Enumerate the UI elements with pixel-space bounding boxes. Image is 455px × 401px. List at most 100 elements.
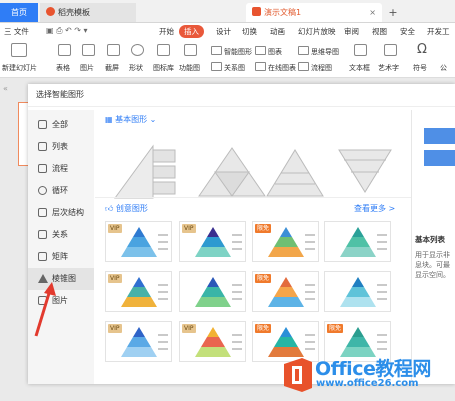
new-slide-button[interactable]: 新建幻灯片: [2, 63, 37, 73]
table-icon: [58, 44, 71, 56]
menu-file[interactable]: 三 文件: [2, 25, 31, 38]
text-placeholder-line: [305, 298, 315, 300]
office-logo-icon: [284, 358, 312, 392]
text-placeholder-line: [158, 241, 168, 243]
menu-view[interactable]: 视图: [370, 25, 389, 38]
tab-home[interactable]: 首页: [0, 3, 38, 22]
basic-shapes-row: [114, 144, 392, 199]
text-placeholder-line: [377, 298, 387, 300]
text-placeholder-line: [232, 348, 242, 350]
relation-chart-button[interactable]: 关系图: [211, 62, 245, 73]
category-list[interactable]: 列表: [28, 136, 94, 158]
icon-library-button[interactable]: 图标库: [153, 63, 174, 73]
function-chart-button[interactable]: 功能图: [179, 63, 200, 73]
tab-template-label: 稻壳模板: [58, 8, 90, 17]
shape-button[interactable]: 形状: [129, 63, 143, 73]
creative-shape-card[interactable]: VIP: [179, 221, 246, 262]
category-hierarchy[interactable]: 层次结构: [28, 202, 94, 224]
text-placeholder-line: [158, 298, 168, 300]
text-placeholder-line: [158, 234, 168, 236]
insert-toolbar: 新建幻灯片 表格 图片 截屏 形状 图标库 功能图 智能图形 关系图 图表 在线…: [0, 40, 455, 78]
creative-shape-card[interactable]: VIP: [105, 321, 172, 362]
menu-bar: 三 文件 ▣ ⎙ ↶ ↷ ▾ 开始 插入 设计 切换 动画 幻灯片放映 审阅 视…: [0, 23, 455, 40]
text-placeholder-line: [305, 248, 315, 250]
text-placeholder-line: [232, 291, 242, 293]
preview-description: 用于显示非 息块。可最 显示空间。: [415, 250, 450, 280]
text-placeholder-line: [305, 234, 315, 236]
category-cycle[interactable]: 循环: [28, 180, 94, 202]
pyramid-layer: [352, 277, 364, 287]
flow-icon: [38, 164, 47, 173]
basic-stacked-pyramid-shape[interactable]: [266, 149, 324, 197]
menu-design[interactable]: 设计: [214, 25, 233, 38]
smart-shape-icon: [211, 46, 222, 55]
basic-section-header[interactable]: ▦ 基本图形 ⌄: [105, 114, 156, 125]
tab-presentation-1[interactable]: 演示文稿1 ×: [246, 3, 382, 22]
basic-pyramid-list-shape[interactable]: [114, 144, 176, 199]
online-chart-button[interactable]: 在线图表: [255, 62, 296, 73]
creative-shape-card[interactable]: VIP: [105, 221, 172, 262]
thumbs-up-icon: 👍︎: [105, 204, 116, 213]
basic-inverted-pyramid-shape[interactable]: [338, 149, 392, 193]
chart-button[interactable]: 图表: [255, 46, 282, 57]
shape-icon: [131, 44, 144, 56]
text-placeholder-line: [232, 284, 242, 286]
menu-developer[interactable]: 开发工: [425, 25, 452, 38]
vip-badge: VIP: [108, 224, 122, 233]
menu-transition[interactable]: 切换: [240, 25, 259, 38]
chart-label: 图表: [268, 48, 282, 56]
pyramid-layer: [195, 297, 231, 307]
flowchart-icon: [298, 62, 309, 71]
pyramid-layer: [195, 247, 231, 257]
symbol-button[interactable]: 符号: [413, 63, 427, 73]
basic-segmented-pyramid-shape[interactable]: [198, 147, 266, 197]
art-text-button[interactable]: 艺术字: [378, 63, 399, 73]
menu-insert[interactable]: 插入: [179, 25, 204, 38]
menu-animation[interactable]: 动画: [268, 25, 287, 38]
pyramid-layer: [121, 297, 157, 307]
function-chart-icon: [184, 44, 197, 56]
creative-shape-card[interactable]: VIP: [105, 271, 172, 312]
view-more-link[interactable]: 查看更多 >: [354, 203, 395, 214]
screenshot-button[interactable]: 截屏: [105, 63, 119, 73]
tab-daoke-template[interactable]: 稻壳模板: [40, 3, 136, 22]
collapse-panel-icon[interactable]: «: [3, 84, 8, 93]
category-label: 全部: [52, 120, 68, 129]
smart-shape-button[interactable]: 智能图形: [211, 46, 252, 57]
section-divider: [95, 197, 417, 198]
mindmap-button[interactable]: 思维导图: [298, 46, 339, 57]
menu-slideshow[interactable]: 幻灯片放映: [296, 25, 338, 38]
pyramid-thumbnail: [195, 277, 242, 307]
free-badge: 限免: [255, 274, 272, 283]
formula-button[interactable]: 公: [440, 63, 447, 73]
creative-shape-card[interactable]: [324, 221, 391, 262]
creative-shape-card[interactable]: VIP: [179, 321, 246, 362]
quick-access-icons[interactable]: ▣ ⎙ ↶ ↷ ▾: [46, 26, 88, 36]
mindmap-label: 思维导图: [311, 48, 339, 56]
creative-shape-card[interactable]: [179, 271, 246, 312]
creative-shape-card[interactable]: [324, 271, 391, 312]
menu-review[interactable]: 审阅: [342, 25, 361, 38]
close-tab-icon[interactable]: ×: [369, 3, 376, 22]
flowchart-button[interactable]: 流程图: [298, 62, 332, 73]
category-process[interactable]: 流程: [28, 158, 94, 180]
pyramid-layer: [195, 347, 231, 357]
pyramid-layer: [207, 327, 219, 337]
smart-shape-label: 智能图形: [224, 48, 252, 56]
menu-security[interactable]: 安全: [398, 25, 417, 38]
pyramid-layer: [207, 227, 219, 237]
textbox-button[interactable]: 文本框: [349, 63, 370, 73]
category-all[interactable]: 全部: [28, 114, 94, 136]
text-placeholder-line: [377, 234, 387, 236]
menu-start[interactable]: 开始: [157, 25, 176, 38]
category-relation[interactable]: 关系: [28, 224, 94, 246]
creative-shape-card[interactable]: 限免: [252, 221, 319, 262]
table-button[interactable]: 表格: [56, 63, 70, 73]
pyramid-layer: [127, 337, 151, 347]
picture-button[interactable]: 图片: [80, 63, 94, 73]
category-matrix[interactable]: 矩阵: [28, 246, 94, 268]
new-tab-button[interactable]: +: [386, 3, 400, 22]
preview-desc-line: 息块。可最: [415, 261, 450, 269]
creative-shape-card[interactable]: 限免: [252, 271, 319, 312]
text-placeholder-line: [377, 241, 387, 243]
